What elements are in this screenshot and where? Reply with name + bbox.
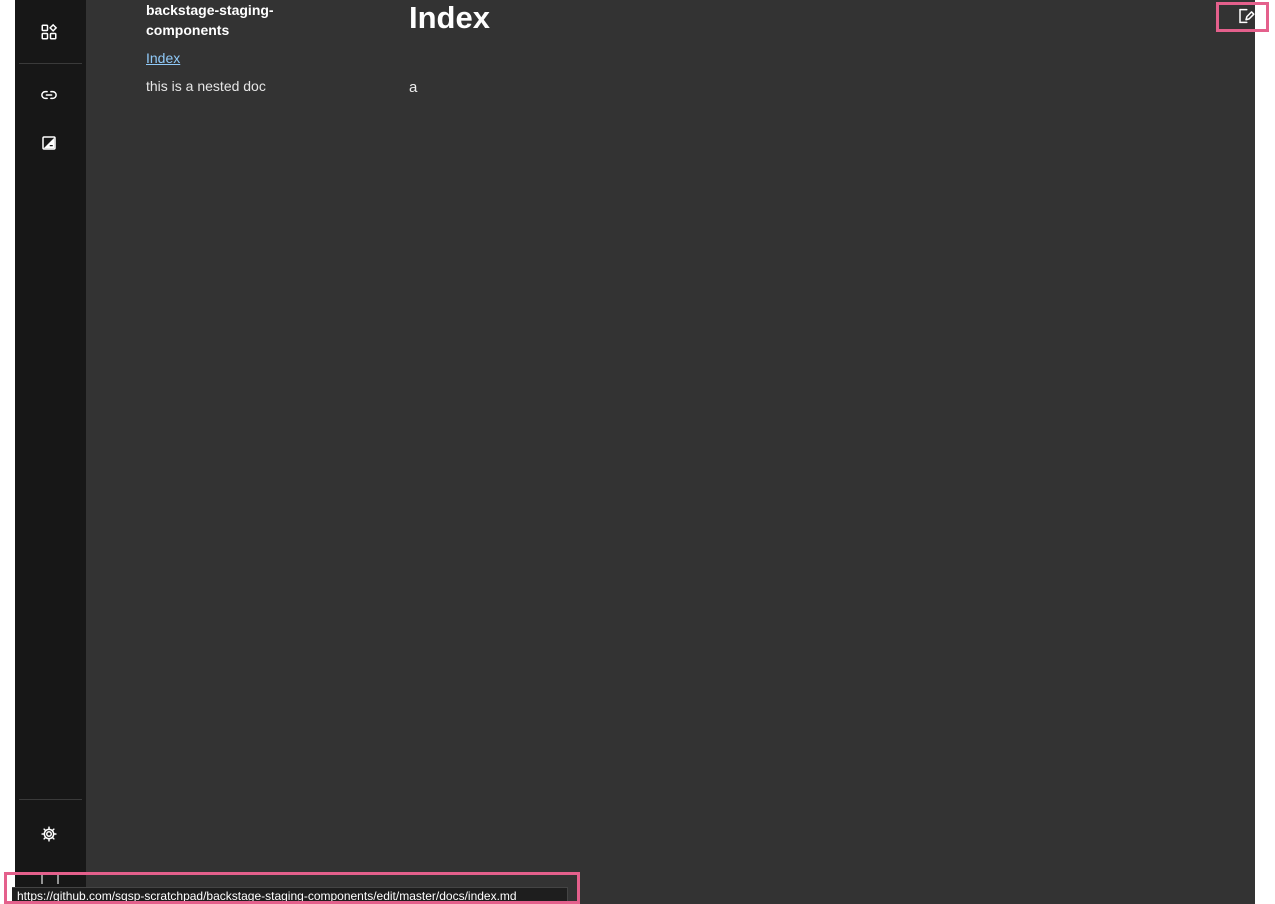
app-shell: backstage-staging-components Index this …: [15, 0, 1255, 904]
status-url-tooltip: https://github.com/sqsp-scratchpad/backs…: [12, 887, 568, 904]
hint-bar: [57, 874, 59, 884]
docs-navigation: backstage-staging-components Index this …: [146, 0, 336, 96]
main-content: Index a: [409, 0, 1109, 98]
rail-divider: [19, 799, 82, 800]
index-nav-link[interactable]: Index: [146, 48, 336, 68]
contrast-icon[interactable]: [39, 133, 59, 153]
edit-doc-icon: [1239, 8, 1255, 24]
repository-title: backstage-staging-components: [146, 2, 274, 38]
link-icon[interactable]: [39, 85, 59, 105]
hint-bar: [41, 874, 43, 884]
nested-doc-text: this is a nested doc: [146, 78, 266, 94]
left-rail: [15, 0, 86, 904]
page-title: Index: [409, 0, 490, 35]
grid-icon[interactable]: [39, 22, 59, 42]
page-body-text: a: [409, 79, 418, 96]
rail-divider: [19, 63, 82, 64]
rail-bottom-hint: [41, 874, 59, 884]
gear-icon[interactable]: [39, 824, 59, 844]
edit-doc-button[interactable]: [1234, 4, 1258, 28]
